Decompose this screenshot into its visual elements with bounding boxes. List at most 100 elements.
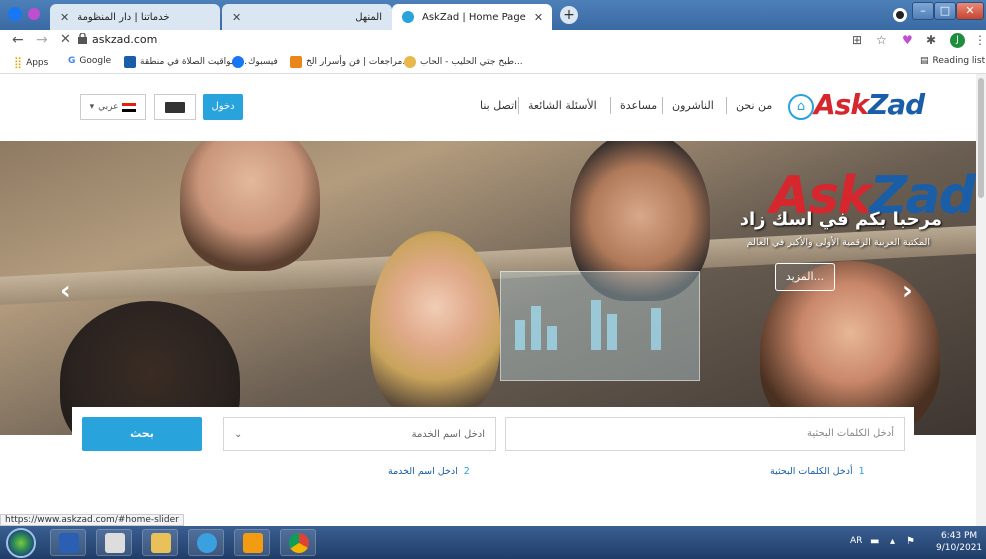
bookmark-label: Google: [79, 56, 112, 66]
scrollbar-thumb[interactable]: [978, 78, 984, 198]
taskbar-app-ie[interactable]: [188, 529, 224, 556]
bookmark-star-icon[interactable]: ☆: [876, 33, 887, 47]
hero-subtitle: المكتبة العربية الرقمية الأولى والأكبر ف…: [746, 237, 930, 248]
maximize-button[interactable]: □: [934, 2, 956, 20]
nav-separator: [518, 97, 519, 114]
taskbar-app-pdf[interactable]: [234, 529, 270, 556]
nav-separator: [662, 97, 663, 114]
minimize-button[interactable]: –: [912, 2, 934, 20]
bookmark-apps[interactable]: ⣿ Apps: [14, 56, 48, 69]
translate-icon[interactable]: ⊞: [852, 33, 862, 47]
pt-icon: [124, 56, 136, 68]
keywords-input[interactable]: أدخل الكلمات البحثية: [505, 417, 905, 451]
forward-icon[interactable]: →: [36, 32, 48, 48]
hologram-bar: [547, 326, 557, 350]
taskbar-app-calendar[interactable]: [96, 529, 132, 556]
bookmark-cooking[interactable]: طبخ جتي الحليب - الحاب...: [404, 56, 523, 68]
status-bar-url: https://www.askzad.com/#home-slider: [0, 514, 184, 526]
student-photo: [370, 231, 500, 421]
chevron-down-icon: ⌄: [234, 428, 243, 440]
reading-list[interactable]: ▤ Reading list: [920, 56, 985, 66]
tray-expand-icon[interactable]: ▴: [890, 536, 895, 547]
step-label: أدخل الكلمات البحثية: [770, 466, 853, 477]
search-panel: أدخل الكلمات البحثية ادخل اسم الخدمة ⌄ ب…: [72, 407, 914, 467]
taskbar: AR ▬ ▴ ⚑ 6:43 PM 9/10/2021: [0, 526, 986, 559]
language-select[interactable]: ▾ عربي: [80, 94, 146, 120]
hologram-bar: [515, 320, 525, 350]
tab-askzad[interactable]: AskZad | Home Page ✕: [392, 4, 552, 30]
nav-separator: [726, 97, 727, 114]
bookmarks-bar: ⣿ Apps G Google مواقيت الصلاة في منطقة .…: [0, 52, 986, 74]
service-placeholder: ادخل اسم الخدمة: [411, 428, 485, 440]
back-icon[interactable]: ←: [12, 32, 24, 48]
slider-prev-arrow-icon[interactable]: ‹: [60, 276, 71, 306]
flag-tray-icon[interactable]: ⚑: [906, 536, 915, 547]
close-icon[interactable]: ✕: [534, 11, 543, 24]
calendar-icon: [105, 533, 125, 553]
search-button[interactable]: بحث: [82, 417, 202, 451]
web-page: AskZad ⌂ من نحن الناشرون مساعدة الأسئلة …: [0, 74, 986, 526]
new-tab-button[interactable]: +: [560, 6, 578, 24]
bookmark-reviews[interactable]: مراجعات | فن وأسرار الخ...: [290, 56, 411, 68]
tab-darelmandumah[interactable]: ✕ خدماتنا | دار المنظومة: [50, 4, 220, 30]
bookmark-google[interactable]: G Google: [68, 56, 111, 66]
profile-avatar[interactable]: J: [950, 33, 965, 48]
reading-list-icon: ▤: [920, 56, 929, 66]
taskbar-app-explorer[interactable]: [142, 529, 178, 556]
close-window-button[interactable]: ✕: [956, 2, 984, 20]
flag-icon: [122, 102, 137, 112]
network-icon[interactable]: ▬: [870, 536, 879, 547]
askzad-favicon: [402, 11, 414, 23]
profile-icon[interactable]: [893, 8, 907, 22]
taskbar-app-word[interactable]: [50, 529, 86, 556]
browser-app-icon[interactable]: [8, 7, 22, 21]
clock-time: 6:43 PM: [940, 531, 978, 541]
slider-next-arrow-icon[interactable]: ›: [902, 276, 913, 306]
nav-faq[interactable]: الأسئلة الشائعة: [528, 99, 597, 112]
start-button[interactable]: [6, 528, 36, 558]
nav-help[interactable]: مساعدة: [620, 99, 657, 112]
extension-shield-icon[interactable]: ♥: [902, 33, 913, 47]
menu-icon[interactable]: ⋮: [974, 33, 986, 47]
step-keywords: 1 أدخل الكلمات البحثية: [770, 466, 865, 477]
close-icon[interactable]: ✕: [60, 11, 69, 24]
browser-title-bar: ✕ خدماتنا | دار المنظومة ✕ المنهل AskZad…: [0, 0, 986, 30]
bookmark-label: Reading list: [932, 56, 986, 66]
google-icon: G: [68, 56, 76, 66]
taskbar-app-chrome[interactable]: [280, 529, 316, 556]
tab-almanhal[interactable]: ✕ المنهل: [222, 4, 392, 30]
bookmark-prayer-times[interactable]: مواقيت الصلاة في منطقة ...: [124, 56, 247, 68]
clock-date: 9/10/2021: [936, 543, 983, 553]
extensions-puzzle-icon[interactable]: ✱: [926, 33, 936, 47]
home-slider: AskZad مرحبا بكم في اسك زاد المكتبة العر…: [0, 141, 986, 435]
bookmark-label: فيسبوك: [248, 57, 278, 67]
close-icon[interactable]: ✕: [232, 11, 241, 24]
home-icon[interactable]: ⌂: [788, 94, 814, 120]
step-number: 2: [463, 466, 470, 477]
language-indicator[interactable]: AR: [850, 536, 862, 546]
bookmark-facebook[interactable]: فيسبوك: [232, 56, 278, 68]
nav-about[interactable]: من نحن: [736, 99, 772, 112]
pinned-tab-icon[interactable]: [28, 8, 40, 20]
nav-separator: [610, 97, 611, 114]
askzad-logo[interactable]: AskZad: [814, 88, 925, 121]
address-bar[interactable]: askzad.com: [92, 33, 157, 46]
tab-label: المنهل: [355, 11, 382, 23]
service-select[interactable]: ادخل اسم الخدمة ⌄: [223, 417, 496, 451]
keyboard-button[interactable]: [154, 94, 196, 120]
hologram-charts-graphic: [500, 271, 700, 381]
clock[interactable]: 6:43 PM 9/10/2021: [936, 530, 982, 554]
hologram-bar: [651, 308, 661, 350]
folder-icon: [151, 533, 171, 553]
hologram-bar: [531, 306, 541, 350]
step-service: 2 ادخل اسم الخدمة: [388, 466, 470, 477]
chevron-down-icon: ▾: [89, 102, 95, 112]
tab-label: خدماتنا | دار المنظومة: [77, 11, 170, 23]
tab-label: AskZad | Home Page: [422, 11, 526, 23]
login-button[interactable]: دخول: [203, 94, 243, 120]
close-icon[interactable]: ✕: [60, 32, 71, 47]
nav-publishers[interactable]: الناشرون: [672, 99, 714, 112]
nav-contact[interactable]: اتصل بنا: [480, 99, 517, 112]
more-button[interactable]: المزيد...: [775, 263, 835, 291]
internet-explorer-icon: [197, 533, 217, 553]
